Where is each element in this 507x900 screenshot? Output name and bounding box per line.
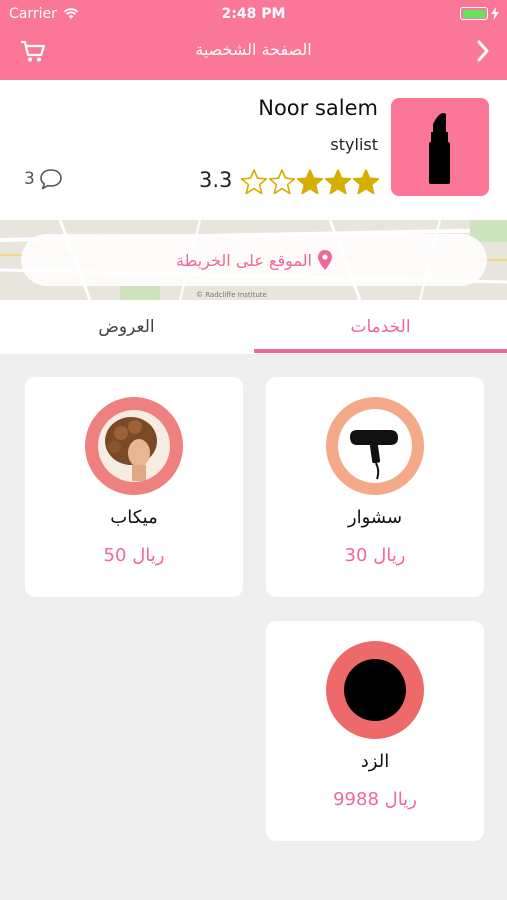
service-name: ميكاب: [110, 507, 158, 528]
service-card[interactable]: سشوار 30 ريال: [266, 377, 484, 597]
charging-bolt-icon: [491, 7, 499, 20]
map-credit: © Radcliffe Institute: [196, 291, 267, 299]
black-circle-icon: [344, 659, 406, 721]
map-location-label: الموقع على الخريطة: [176, 250, 312, 270]
service-card[interactable]: الزد 9988 ريال: [266, 621, 484, 841]
tab-services[interactable]: الخدمات: [254, 300, 507, 354]
service-price: 9988 ريال: [333, 789, 417, 810]
avatar: [391, 98, 489, 196]
map-preview[interactable]: الموقع على الخريطة © Radcliffe Institute: [0, 220, 507, 300]
tab-offers[interactable]: العروض: [0, 300, 253, 354]
service-name: سشوار: [347, 507, 403, 528]
location-pin-icon: [317, 250, 332, 270]
star-filled-icon: [324, 169, 352, 195]
chat-bubble-icon: [40, 169, 62, 190]
comments-count[interactable]: 3: [24, 168, 63, 190]
chevron-right-icon[interactable]: [473, 38, 493, 64]
status-bar: Carrier 2:48 PM: [0, 0, 507, 28]
hair-dryer-icon: [338, 409, 412, 483]
star-filled-icon: [352, 169, 380, 195]
active-tab-indicator: [254, 349, 507, 353]
page-title: الصفحة الشخصية: [195, 40, 312, 59]
profile-card: Noor salem stylist 3.3 3: [0, 80, 507, 220]
service-price: 30 ريال: [344, 545, 406, 566]
service-image-ring: [326, 397, 424, 495]
service-image-ring: [326, 641, 424, 739]
service-price: 50 ريال: [103, 545, 165, 566]
battery-indicator: [460, 7, 499, 20]
lipstick-icon: [429, 113, 450, 184]
service-name: الزد: [360, 751, 390, 772]
tab-bar: العروض الخدمات: [0, 300, 507, 354]
star-filled-icon: [296, 169, 324, 195]
star-empty-icon: [240, 169, 268, 195]
service-card[interactable]: ميكاب 50 ريال: [25, 377, 243, 597]
battery-icon: [460, 7, 488, 20]
status-time: 2:48 PM: [221, 6, 286, 22]
profile-role: stylist: [330, 135, 378, 154]
rating-stars: [240, 168, 380, 196]
map-location-button[interactable]: الموقع على الخريطة: [21, 234, 487, 286]
hairstyle-photo: [98, 410, 170, 482]
profile-name: Noor salem: [258, 96, 378, 120]
comments-count-label: 3: [24, 169, 35, 189]
service-image-ring: [85, 397, 183, 495]
header: Carrier 2:48 PM الصفحة الشخصية: [0, 0, 507, 80]
rating-value: 3.3: [199, 168, 233, 192]
star-empty-icon: [268, 169, 296, 195]
